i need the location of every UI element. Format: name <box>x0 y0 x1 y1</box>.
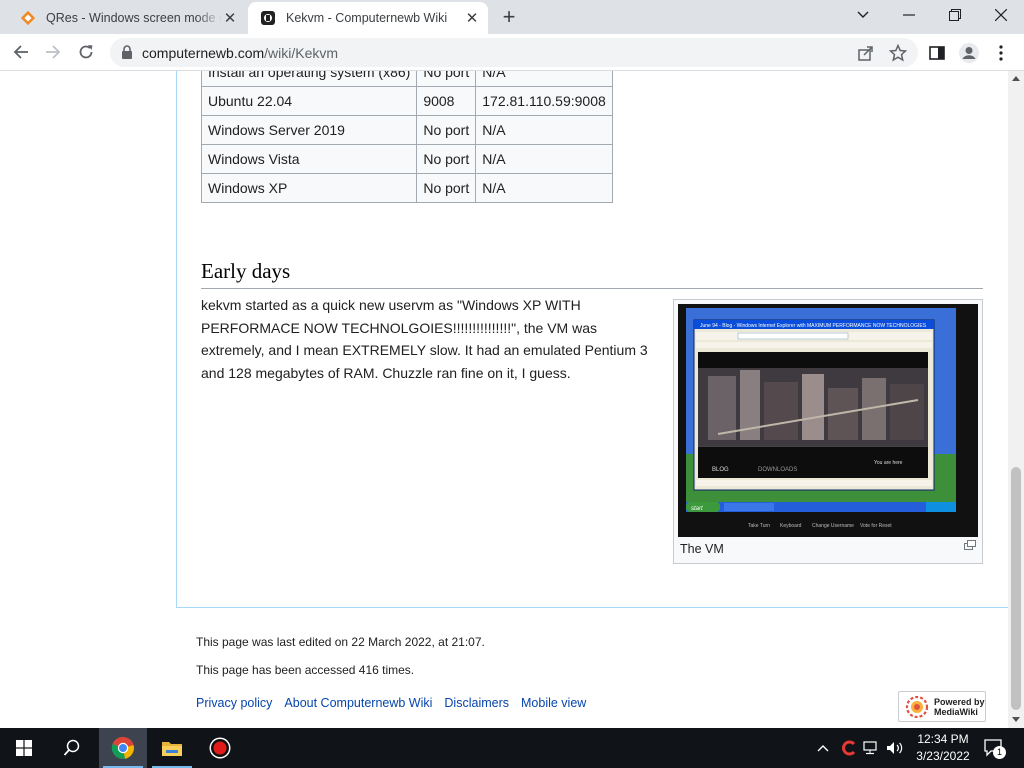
notification-center-icon[interactable]: 1 <box>982 738 1006 759</box>
new-tab-button[interactable]: + <box>497 6 521 30</box>
vm-port-cell: 9008 <box>416 86 477 116</box>
thumbnail-caption: The VM <box>680 542 724 556</box>
section-paragraph: kekvm started as a quick new uservm as "… <box>201 297 648 381</box>
chrome-taskbar-icon[interactable] <box>99 728 147 768</box>
table-row: Windows Vista No port N/A <box>200 144 613 174</box>
volume-icon[interactable] <box>885 738 905 758</box>
disclaimers-link[interactable]: Disclaimers <box>444 696 509 710</box>
record-app-icon[interactable] <box>196 728 244 768</box>
page-viewport: Install an operating system (x86) No port… <box>0 71 1024 728</box>
tab-qres[interactable]: QRes - Windows screen mode ch ✕ <box>8 2 246 34</box>
vm-name-cell: Windows Vista <box>200 144 418 174</box>
enlarge-icon[interactable] <box>964 540 976 550</box>
thumbnail: June 94 - Blog - Windows Internet Explor… <box>673 299 983 564</box>
show-hidden-icons-chevron-icon[interactable] <box>813 738 833 758</box>
tab-search-icon[interactable] <box>840 0 886 30</box>
profile-avatar-icon[interactable] <box>958 42 980 64</box>
vm-port-cell: No port <box>416 173 477 203</box>
diamond-favicon-icon <box>20 10 36 26</box>
clock-date: 3/23/2022 <box>916 749 970 763</box>
search-icon[interactable] <box>48 728 96 768</box>
mediawiki-flower-icon <box>905 696 929 718</box>
red-c-tray-icon[interactable] <box>839 738 859 758</box>
close-window-button[interactable] <box>978 0 1024 30</box>
close-tab-icon[interactable]: ✕ <box>222 10 238 27</box>
vm-table: Install an operating system (x86) No port… <box>200 71 613 203</box>
vm-name-cell: Windows XP <box>200 173 418 203</box>
table-row: Windows Server 2019 No port N/A <box>200 115 613 145</box>
url-path: /wiki/Kekvm <box>264 45 339 61</box>
vm-control-buttons: Take Turn Keyboard Change Username Vote … <box>748 523 892 529</box>
footer-links: Privacy policy About Computernewb Wiki D… <box>196 696 586 710</box>
vm-name-cell: Ubuntu 22.04 <box>200 86 418 116</box>
mobile-view-link[interactable]: Mobile view <box>521 696 586 710</box>
reload-icon[interactable] <box>73 39 99 65</box>
vm-address-cell: N/A <box>475 71 613 87</box>
vm-take-turn: Take Turn <box>748 523 770 529</box>
url-domain: computernewb.com <box>142 45 265 61</box>
vm-window-title: June 94 - Blog - Windows Internet Explor… <box>700 323 927 329</box>
file-explorer-icon[interactable] <box>148 728 196 768</box>
about-link[interactable]: About Computernewb Wiki <box>284 696 432 710</box>
section-heading: Early days <box>201 259 983 289</box>
scrollbar-thumb[interactable] <box>1011 467 1021 710</box>
side-panel-icon[interactable] <box>926 42 948 64</box>
powered-by-mediawiki-badge[interactable]: Powered by MediaWiki <box>898 691 986 722</box>
kebab-menu-icon[interactable] <box>990 42 1012 64</box>
vm-port-cell: No port <box>416 144 477 174</box>
minimize-button[interactable] <box>886 0 932 30</box>
share-icon[interactable] <box>857 44 875 62</box>
windows-taskbar: 12:34 PM 3/23/2022 1 <box>0 728 1024 768</box>
scroll-up-arrow-icon[interactable] <box>1012 76 1020 81</box>
wiki-content: Install an operating system (x86) No port… <box>176 71 1008 608</box>
vm-name-cell: Windows Server 2019 <box>200 115 418 145</box>
url-text[interactable]: computernewb.com/wiki/Kekvm <box>142 45 338 61</box>
restore-button[interactable] <box>932 0 978 30</box>
vm-port-cell: No port <box>416 71 477 87</box>
tab-kekvm[interactable]: Kekvm - Computernewb Wiki ✕ <box>248 2 488 34</box>
scroll-down-arrow-icon[interactable] <box>1012 717 1020 722</box>
vm-screenshot-image[interactable]: June 94 - Blog - Windows Internet Explor… <box>678 304 978 537</box>
table-row: Ubuntu 22.04 9008 172.81.110.59:9008 <box>200 86 613 116</box>
table-row: Install an operating system (x86) No port… <box>200 71 613 87</box>
clock-time: 12:34 PM <box>917 732 969 746</box>
vm-downloads-label: DOWNLOADS <box>758 467 797 473</box>
back-arrow-icon[interactable] <box>8 39 34 65</box>
table-row: Windows XP No port N/A <box>200 173 613 203</box>
bookmark-star-icon[interactable] <box>889 44 907 62</box>
lock-icon[interactable] <box>121 45 133 59</box>
vm-name-cell: Install an operating system (x86) <box>200 71 418 87</box>
powered-by-text: Powered by MediaWiki <box>934 697 985 717</box>
vm-screenshot-graphic: June 94 - Blog - Windows Internet Explor… <box>678 304 978 537</box>
tab-title: QRes - Windows screen mode ch <box>46 11 222 25</box>
last-edited-text: This page was last edited on 22 March 20… <box>196 635 485 649</box>
vm-address-cell: N/A <box>475 115 613 145</box>
vm-address-cell: 172.81.110.59:9008 <box>475 86 613 116</box>
vm-vote-reset: Vote for Reset <box>860 523 892 529</box>
tab-title: Kekvm - Computernewb Wiki <box>286 11 448 25</box>
windows-start-icon[interactable] <box>0 728 48 768</box>
vm-change-username: Change Username <box>812 523 854 529</box>
access-count-text: This page has been accessed 416 times. <box>196 663 415 677</box>
notification-badge: 1 <box>993 746 1006 759</box>
vm-you-are-here: You are here <box>874 460 903 466</box>
vm-keyboard: Keyboard <box>780 523 802 529</box>
powered-by-line2: MediaWiki <box>934 706 978 717</box>
vertical-scrollbar[interactable] <box>1008 71 1024 728</box>
browser-toolbar: computernewb.com/wiki/Kekvm <box>0 34 1024 71</box>
wiki-favicon-icon <box>261 11 275 25</box>
network-icon[interactable] <box>862 738 882 758</box>
close-tab-icon[interactable]: ✕ <box>464 10 480 27</box>
tab-strip: QRes - Windows screen mode ch ✕ Kekvm - … <box>0 0 1024 34</box>
vm-port-cell: No port <box>416 115 477 145</box>
vm-blog-label: BLOG <box>712 467 729 473</box>
vm-address-cell: N/A <box>475 144 613 174</box>
system-clock[interactable]: 12:34 PM 3/23/2022 <box>912 731 974 765</box>
address-bar[interactable]: computernewb.com/wiki/Kekvm <box>110 38 918 67</box>
privacy-policy-link[interactable]: Privacy policy <box>196 696 272 710</box>
vm-address-cell: N/A <box>475 173 613 203</box>
vm-start-label: start <box>691 506 703 512</box>
forward-arrow-icon[interactable] <box>40 39 66 65</box>
